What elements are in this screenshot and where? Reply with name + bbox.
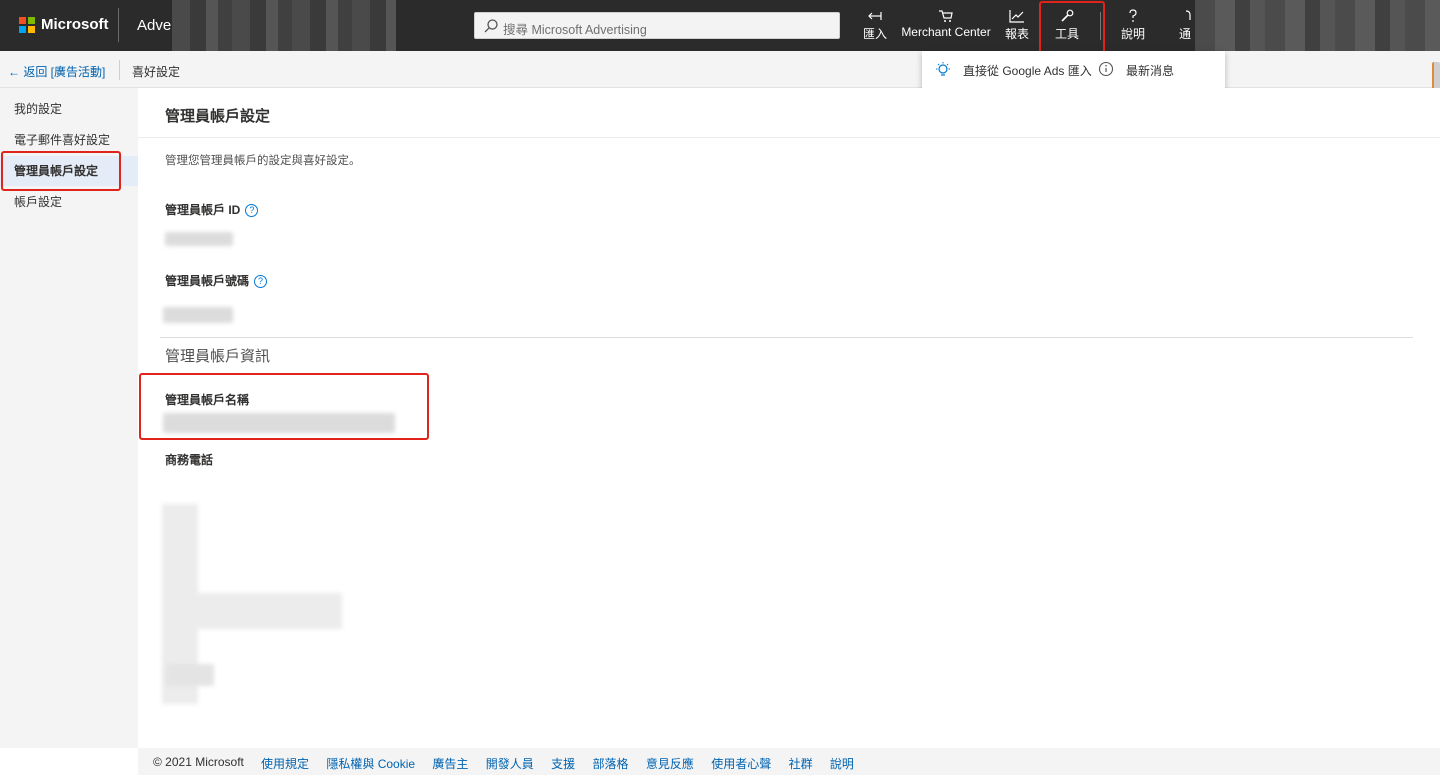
redacted-area (1195, 0, 1440, 51)
merchant-center-label: Merchant Center (901, 25, 991, 39)
footer-link-feedback[interactable]: 意見反應 (646, 757, 694, 771)
search-icon (484, 19, 498, 33)
footer-link-terms[interactable]: 使用規定 (261, 757, 309, 771)
divider (118, 8, 119, 42)
import-google-ads-item[interactable]: 直接從 Google Ads 匯入 (963, 62, 1092, 79)
notifications-label: 通 (1178, 27, 1191, 41)
product-name[interactable]: Adve (137, 17, 171, 34)
footer-link-user-voice[interactable]: 使用者心聲 (711, 757, 771, 771)
help-label: 說明 (1120, 27, 1145, 41)
footer-link-privacy[interactable]: 隱私權與 Cookie (326, 757, 415, 771)
breadcrumb: 喜好設定 (132, 65, 181, 79)
footer-link-developers[interactable]: 開發人員 (486, 757, 534, 771)
account-id-label-row: 管理員帳戶 ID? (165, 201, 259, 218)
company-name[interactable]: Microsoft (41, 16, 109, 33)
divider (119, 60, 120, 80)
lightbulb-icon (936, 62, 950, 76)
tools-dropdown: 直接從 Google Ads 匯入 最新消息 (922, 51, 1225, 89)
page-title: 管理員帳戶設定 (165, 108, 271, 125)
info-circle-icon (1098, 61, 1114, 77)
account-id-label: 管理員帳戶 ID (165, 203, 241, 217)
notifications-button[interactable]: 通 (1178, 9, 1192, 45)
whats-new-item[interactable]: 最新消息 (1126, 62, 1174, 79)
copyright: © 2021 Microsoft (153, 755, 244, 769)
section-title: 管理員帳戶資訊 (165, 348, 271, 365)
sidebar-item-my-settings[interactable]: 我的設定 (0, 94, 138, 124)
help-icon[interactable]: ? (254, 275, 268, 288)
footer-link-support[interactable]: 支援 (551, 757, 575, 771)
footer-link-help[interactable]: 說明 (830, 757, 854, 771)
help-button[interactable]: 說明 (1118, 9, 1148, 45)
cart-icon (939, 10, 953, 22)
help-icon[interactable]: ? (245, 204, 259, 217)
divider (138, 137, 1440, 138)
chart-icon (1009, 10, 1024, 23)
business-phone-label: 商務電話 (165, 453, 214, 467)
footer: © 2021 Microsoft 使用規定 隱私權與 Cookie 廣告主 開發… (138, 748, 1440, 775)
footer-link-community[interactable]: 社群 (789, 757, 813, 771)
account-name-highlight-box (139, 373, 429, 440)
search-input[interactable]: 搜尋 Microsoft Advertising (503, 19, 647, 38)
footer-links: 使用規定 隱私權與 Cookie 廣告主 開發人員 支援 部落格 意見反應 使用… (261, 755, 868, 772)
page-description: 管理您管理員帳戶的設定與喜好設定。 (165, 155, 361, 167)
question-icon (1129, 9, 1137, 22)
merchant-center-button[interactable]: Merchant Center (901, 9, 991, 45)
account-number-label-row: 管理員帳戶號碼? (165, 272, 268, 289)
bell-icon (1185, 10, 1191, 20)
redacted-area (172, 0, 396, 51)
reports-button[interactable]: 報表 (1002, 9, 1032, 45)
footer-link-advertisers[interactable]: 廣告主 (432, 757, 468, 771)
import-label: 匯入 (862, 27, 887, 41)
account-number-value (163, 307, 233, 323)
sidebar-item-account-settings[interactable]: 帳戶設定 (0, 187, 138, 217)
top-bar: Microsoft Adve 搜尋 Microsoft Advertising … (0, 0, 1440, 51)
microsoft-logo-icon (19, 17, 35, 33)
search-box[interactable]: 搜尋 Microsoft Advertising (474, 12, 840, 39)
sidebar-highlight-box (1, 151, 121, 191)
divider (160, 337, 1413, 338)
footer-link-blog[interactable]: 部落格 (592, 757, 628, 771)
account-number-label: 管理員帳戶號碼 (165, 274, 250, 288)
reports-label: 報表 (1004, 27, 1029, 41)
import-button[interactable]: 匯入 (860, 9, 890, 45)
import-icon (868, 12, 882, 20)
back-link[interactable]: ← 返回 [廣告活動] (8, 63, 105, 80)
account-id-value (165, 232, 233, 246)
